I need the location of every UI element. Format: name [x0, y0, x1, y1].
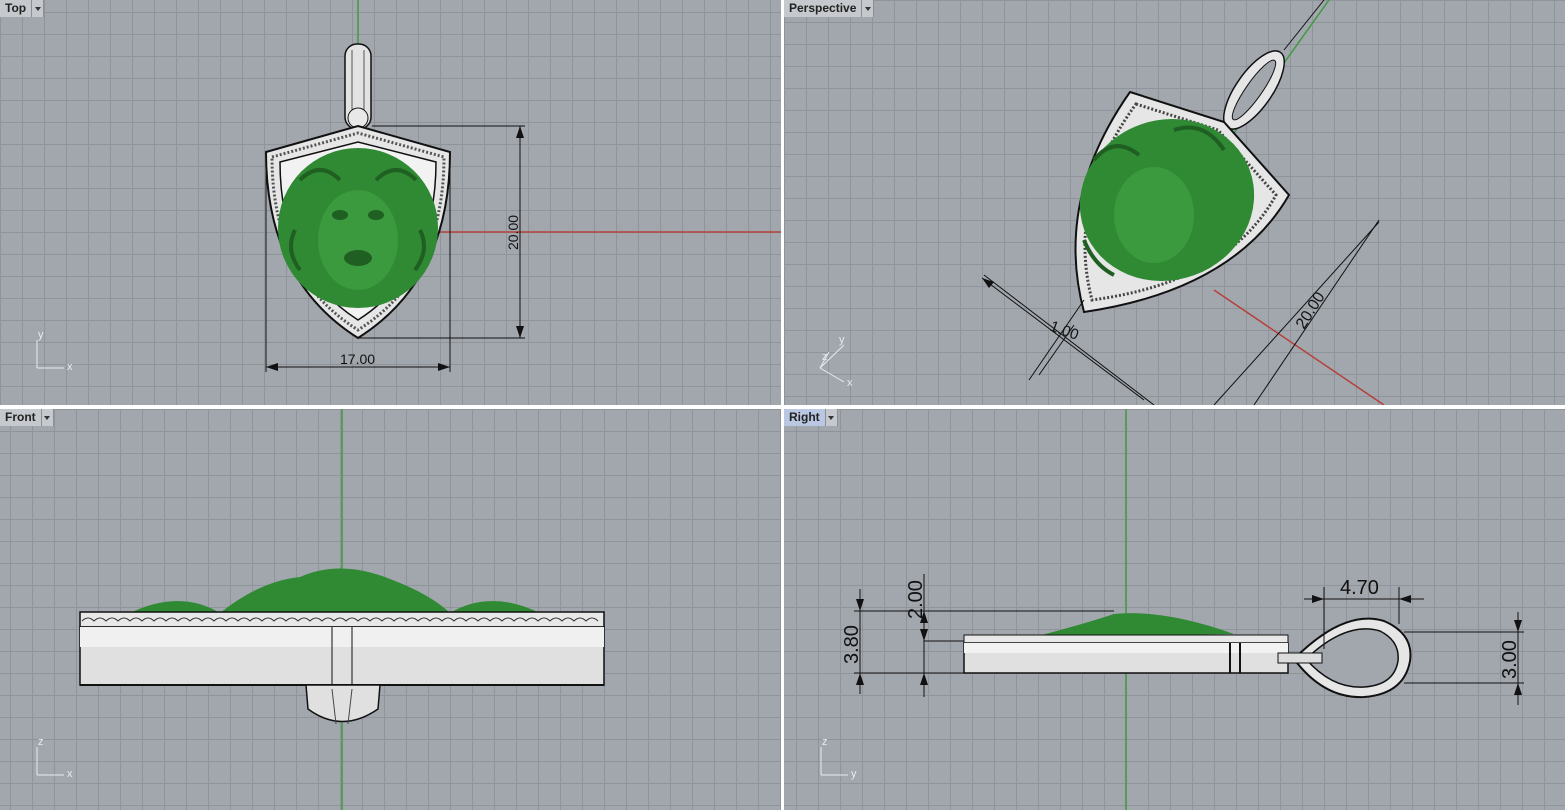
svg-text:z: z — [822, 351, 828, 363]
viewport-menu-dropdown-icon[interactable] — [862, 0, 875, 17]
svg-text:z: z — [822, 736, 828, 748]
viewport-title[interactable]: Perspective — [784, 0, 863, 17]
dim-width: 17.00 — [340, 351, 375, 367]
front-view-canvas: z x — [36, 409, 605, 810]
dim-height: 20.00 — [505, 215, 521, 250]
viewport-label-front[interactable]: Front — [0, 409, 54, 426]
viewport-perspective[interactable]: Perspective 20.00 1.00 z y x — [784, 0, 1565, 405]
svg-text:x: x — [67, 361, 73, 373]
viewport-right[interactable]: Right 3.80 2.00 4.70 3.00 z y — [784, 409, 1565, 810]
dim-relief-height: 2.00 — [905, 580, 927, 619]
axis-gizmo-icon: z x — [36, 736, 73, 780]
top-view-canvas: 20.00 17.00 y x — [36, 0, 781, 373]
viewport-front[interactable]: Front z x — [0, 409, 781, 810]
dim-bail-height: 3.00 — [1499, 640, 1521, 679]
lion-relief-front — [130, 568, 540, 613]
svg-text:y: y — [839, 334, 845, 346]
axis-gizmo-icon: z y — [820, 736, 857, 780]
axis-gizmo-icon: z y x — [819, 334, 853, 389]
perspective-canvas: 20.00 1.00 z y x — [819, 0, 1385, 405]
right-view-canvas: 3.80 2.00 4.70 3.00 z y — [820, 409, 1524, 810]
axis-gizmo-icon: y x — [36, 329, 73, 373]
svg-text:x: x — [67, 768, 73, 780]
viewport-label-perspective[interactable]: Perspective — [784, 0, 875, 17]
bail-front — [305, 684, 381, 723]
viewport-label-right[interactable]: Right — [784, 409, 838, 426]
viewport-title[interactable]: Front — [0, 409, 42, 426]
svg-text:z: z — [38, 736, 44, 748]
viewport-menu-dropdown-icon[interactable] — [825, 409, 838, 426]
viewport-label-top[interactable]: Top — [0, 0, 45, 17]
svg-text:y: y — [851, 768, 857, 780]
viewport-menu-dropdown-icon[interactable] — [32, 0, 45, 17]
svg-text:x: x — [847, 377, 853, 389]
dim-bail-length: 4.70 — [1340, 577, 1379, 599]
lion-relief-right — [1034, 613, 1234, 637]
viewport-title[interactable]: Top — [0, 0, 33, 17]
dim-total-thickness: 3.80 — [841, 625, 863, 664]
svg-text:y: y — [38, 329, 44, 341]
dim-length: 20.00 — [1293, 289, 1329, 332]
viewport-title[interactable]: Right — [784, 409, 826, 426]
viewport-menu-dropdown-icon[interactable] — [41, 409, 54, 426]
viewport-top[interactable]: Top 20.00 17.00 y x — [0, 0, 781, 405]
